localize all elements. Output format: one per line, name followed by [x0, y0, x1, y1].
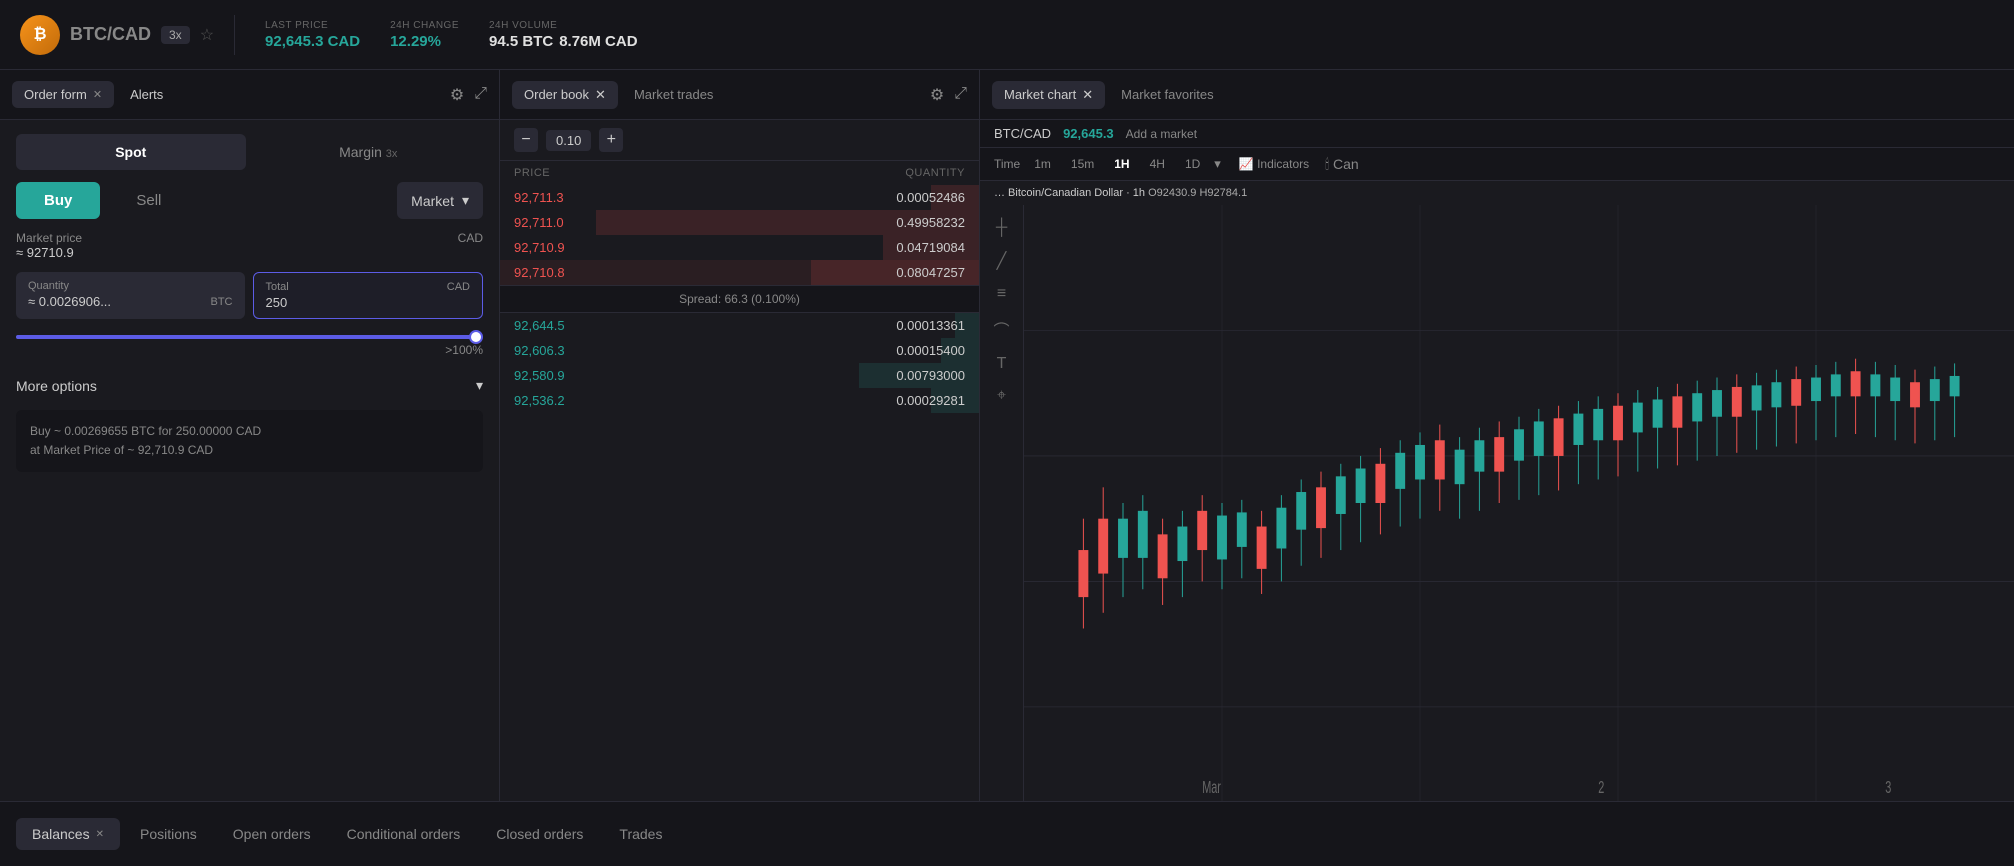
spot-margin-row: Spot Margin 3x — [16, 134, 483, 170]
open-orders-tab[interactable]: Open orders — [217, 818, 327, 850]
logo-area: ₿ BTC/CAD 3x ☆ — [20, 15, 235, 55]
top-bar: ₿ BTC/CAD 3x ☆ LAST PRICE 92,645.3 CAD 2… — [0, 0, 2014, 70]
candlestick-chart: Mar 2 3 — [1024, 205, 2014, 801]
quantity-slider[interactable] — [16, 335, 483, 339]
buy-orders-list: 92,644.5 0.00013361 92,606.3 0.00015400 … — [500, 313, 979, 413]
left-panel-icons: ⚙ ⤢ — [450, 85, 487, 105]
order-form-tab[interactable]: Order form ✕ — [12, 81, 114, 108]
order-book-header: PRICE QUANTITY — [500, 161, 979, 185]
total-box: Total CAD — [253, 272, 484, 319]
bottom-bar: Balances ✕ Positions Open orders Conditi… — [0, 801, 2014, 866]
line-tool-icon[interactable]: ╱ — [990, 251, 1013, 271]
timeframe-1m[interactable]: 1m — [1028, 154, 1057, 174]
main-content: Order form ✕ Alerts ⚙ ⤢ Spot Margin 3x — [0, 70, 2014, 801]
chart-toolbar: ┼ ╱ ≡ ⌒ T ⌖ — [980, 205, 1024, 801]
horizontal-line-icon[interactable]: ≡ — [990, 285, 1013, 303]
chart-tabs: Market chart ✕ Market favorites — [980, 70, 2014, 120]
positions-tab[interactable]: Positions — [124, 818, 213, 850]
balances-tab[interactable]: Balances ✕ — [16, 818, 120, 850]
spot-button[interactable]: Spot — [16, 134, 246, 170]
settings-icon[interactable]: ⚙ — [450, 85, 464, 105]
spread-value: 0.10 — [546, 130, 591, 151]
trading-pair[interactable]: BTC/CAD — [70, 24, 151, 45]
order-form-tab-close[interactable]: ✕ — [93, 88, 102, 101]
market-line: BTC/CAD 92,645.3 Add a market — [980, 120, 2014, 148]
spread-increase-button[interactable]: + — [599, 128, 623, 152]
buy-order-row[interactable]: 92,644.5 0.00013361 — [500, 313, 979, 338]
conditional-orders-tab[interactable]: Conditional orders — [331, 818, 477, 850]
add-market-button[interactable]: Add a market — [1126, 127, 1197, 141]
measure-tool-icon[interactable]: ⌖ — [990, 387, 1013, 405]
market-trades-tab[interactable]: Market trades — [622, 81, 725, 108]
order-summary: Buy ~ 0.00269655 BTC for 250.00000 CAD a… — [16, 410, 483, 472]
leverage-badge: 3x — [161, 26, 190, 44]
pair-name: BTC/CAD — [70, 24, 151, 44]
buy-order-row[interactable]: 92,536.2 0.00029281 — [500, 388, 979, 413]
timeframe-1h[interactable]: 1H — [1108, 154, 1135, 174]
text-tool-icon[interactable]: T — [990, 355, 1013, 373]
sell-order-row[interactable]: 92,711.3 0.00052486 — [500, 185, 979, 210]
cursor-tool-icon[interactable]: ┼ — [990, 219, 1013, 237]
market-price-row: Market price ≈ 92710.9 CAD — [16, 231, 483, 260]
left-panel: Order form ✕ Alerts ⚙ ⤢ Spot Margin 3x — [0, 70, 500, 801]
last-price-block: LAST PRICE 92,645.3 CAD — [265, 20, 360, 50]
order-book-tab-close[interactable]: ✕ — [595, 87, 606, 103]
buy-order-row[interactable]: 92,606.3 0.00015400 — [500, 338, 979, 363]
order-form-body: Spot Margin 3x Buy Sell Market ▾ Market … — [0, 120, 499, 486]
market-chart-tab[interactable]: Market chart ✕ — [992, 81, 1105, 109]
timeframe-4h[interactable]: 4H — [1144, 154, 1171, 174]
timeframe-15m[interactable]: 15m — [1065, 154, 1100, 174]
trades-tab[interactable]: Trades — [603, 818, 678, 850]
sell-order-row[interactable]: 92,710.9 0.04719084 — [500, 235, 979, 260]
market-favorites-tab[interactable]: Market favorites — [1109, 81, 1225, 108]
expand-icon[interactable]: ⤢ — [474, 85, 487, 105]
left-panel-tabs: Order form ✕ Alerts ⚙ ⤢ — [0, 70, 499, 120]
volume-block: 24H VOLUME 94.5 BTC 8.76M CAD — [489, 20, 638, 50]
path-tool-icon[interactable]: ⌒ — [990, 317, 1013, 341]
chart-info-bar: … Bitcoin/Canadian Dollar · 1h O92430.9 … — [980, 181, 2014, 205]
market-chart-tab-close[interactable]: ✕ — [1082, 87, 1093, 103]
ob-expand-icon[interactable]: ⤢ — [954, 85, 967, 105]
spread-decrease-button[interactable]: − — [514, 128, 538, 152]
spread-control: − 0.10 + — [500, 120, 979, 161]
svg-text:Mar: Mar — [1202, 779, 1221, 798]
quantity-total-row: Quantity ≈ 0.0026906... BTC Total CAD — [16, 272, 483, 319]
sell-button[interactable]: Sell — [108, 182, 189, 219]
order-book-tab[interactable]: Order book ✕ — [512, 81, 618, 109]
spread-info: Spread: 66.3 (0.100%) — [500, 285, 979, 313]
ob-settings-icon[interactable]: ⚙ — [930, 85, 944, 105]
total-input[interactable] — [266, 295, 471, 310]
favorite-icon[interactable]: ☆ — [200, 25, 214, 45]
timeframe-dropdown-icon[interactable]: ▾ — [1214, 156, 1221, 172]
svg-text:3: 3 — [1885, 779, 1891, 798]
closed-orders-tab[interactable]: Closed orders — [480, 818, 599, 850]
middle-panel: Order book ✕ Market trades ⚙ ⤢ − 0.10 + … — [500, 70, 980, 801]
sell-orders-list: 92,711.3 0.00052486 92,711.0 0.49958232 … — [500, 185, 979, 285]
quantity-box: Quantity ≈ 0.0026906... BTC — [16, 272, 245, 319]
change-block: 24H CHANGE 12.29% — [390, 20, 459, 50]
svg-text:2: 2 — [1598, 779, 1604, 798]
buy-order-row[interactable]: 92,580.9 0.00793000 — [500, 363, 979, 388]
order-type-select[interactable]: Market ▾ — [397, 182, 483, 219]
chart-area: ┼ ╱ ≡ ⌒ T ⌖ — [980, 205, 2014, 801]
more-options-row[interactable]: More options ▾ — [16, 373, 483, 398]
btc-logo: ₿ — [20, 15, 60, 55]
alerts-tab[interactable]: Alerts — [118, 81, 175, 108]
slider-row: >100% — [16, 331, 483, 361]
order-book-tabs: Order book ✕ Market trades ⚙ ⤢ — [500, 70, 979, 120]
margin-button[interactable]: Margin 3x — [254, 134, 484, 170]
balances-tab-close[interactable]: ✕ — [96, 829, 104, 840]
indicators-button[interactable]: 📈 Indicators — [1239, 157, 1309, 171]
chart-type-button[interactable]: 🕯 Can — [1325, 156, 1359, 173]
sell-order-row[interactable]: 92,711.0 0.49958232 — [500, 210, 979, 235]
sell-order-row[interactable]: 92,710.8 0.08047257 — [500, 260, 979, 285]
buy-sell-row: Buy Sell Market ▾ — [16, 182, 483, 219]
buy-button[interactable]: Buy — [16, 182, 100, 219]
timeframe-1d[interactable]: 1D — [1179, 154, 1206, 174]
chart-controls: Time 1m 15m 1H 4H 1D ▾ 📈 Indicators 🕯 Ca… — [980, 148, 2014, 181]
right-panel: Market chart ✕ Market favorites BTC/CAD … — [980, 70, 2014, 801]
order-book-panel-icons: ⚙ ⤢ — [930, 85, 967, 105]
